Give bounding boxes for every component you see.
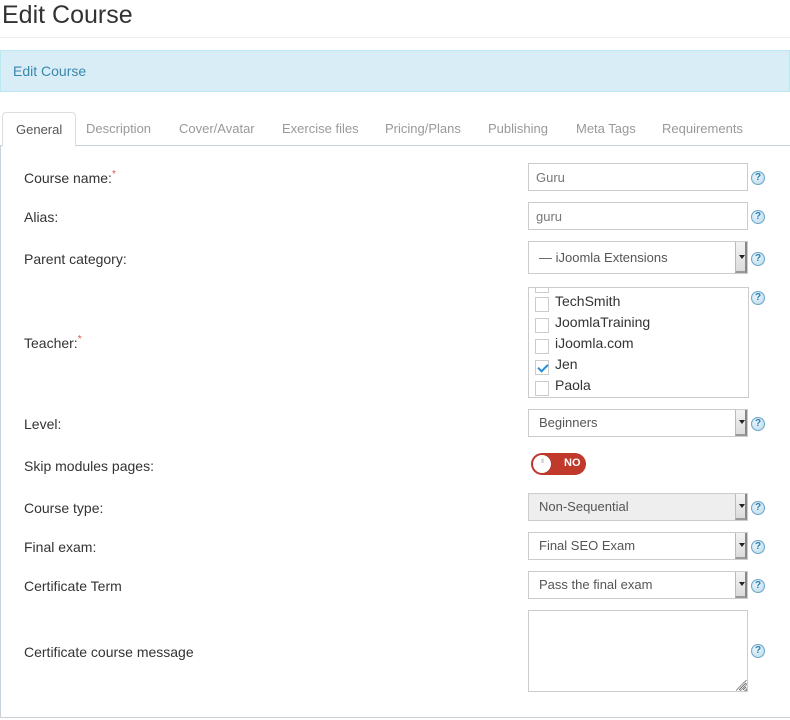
teacher-help-icon[interactable]: ? xyxy=(751,291,765,305)
parent-category-help-icon[interactable]: ? xyxy=(751,252,765,266)
checkbox[interactable] xyxy=(535,318,549,333)
toggle-knob xyxy=(533,455,551,473)
course-type-value: Non-Sequential xyxy=(539,499,629,514)
final-exam-value: Final SEO Exam xyxy=(539,538,636,553)
chevron-down-icon xyxy=(735,494,747,520)
chevron-down-icon xyxy=(735,572,747,598)
info-bar: Edit Course xyxy=(0,50,790,92)
parent-category-label: Parent category: xyxy=(24,251,127,267)
tab-general[interactable]: General xyxy=(2,112,77,147)
course-type-help-icon[interactable]: ? xyxy=(751,501,765,515)
level-value: Beginners xyxy=(539,415,598,430)
parent-category-select[interactable]: — iJoomla Extensions xyxy=(528,241,748,274)
checkbox[interactable] xyxy=(535,297,549,312)
course-name-input[interactable] xyxy=(528,163,748,191)
toggle-state: NO xyxy=(564,457,581,469)
certificate-message-label: Certificate course message xyxy=(24,644,194,660)
tab-cover-avatar[interactable]: Cover/Avatar xyxy=(166,112,268,146)
checkbox[interactable] xyxy=(535,339,549,354)
level-label: Level: xyxy=(24,416,62,432)
certificate-term-value: Pass the final exam xyxy=(539,577,653,592)
final-exam-label: Final exam: xyxy=(24,539,97,555)
chevron-down-icon xyxy=(735,242,747,273)
certificate-term-label: Certificate Term xyxy=(24,578,122,594)
required-marker: * xyxy=(111,169,116,180)
chevron-down-icon xyxy=(735,533,747,559)
page-title: Edit Course xyxy=(2,1,133,29)
title-divider xyxy=(0,37,790,38)
certificate-message-textarea[interactable] xyxy=(528,610,748,692)
course-name-help-icon[interactable]: ? xyxy=(751,171,765,185)
tab-pricing-plans[interactable]: Pricing/Plans xyxy=(372,112,474,146)
checkbox[interactable] xyxy=(535,381,549,396)
alias-label: Alias: xyxy=(24,209,59,225)
certificate-term-select[interactable]: Pass the final exam xyxy=(528,571,748,599)
level-help-icon[interactable]: ? xyxy=(751,417,765,431)
final-exam-help-icon[interactable]: ? xyxy=(751,540,765,554)
alias-input[interactable] xyxy=(528,202,748,230)
level-select[interactable]: Beginners xyxy=(528,409,748,437)
info-bar-text: Edit Course xyxy=(13,63,87,79)
teacher-checkbox-list[interactable]: TechSmith JoomlaTraining iJoomla.com Jen… xyxy=(528,287,749,398)
course-type-label: Course type: xyxy=(24,500,104,516)
course-name-label: Course name:* xyxy=(24,169,116,186)
final-exam-select[interactable]: Final SEO Exam xyxy=(528,532,748,560)
tab-description[interactable]: Description xyxy=(73,112,164,146)
certificate-term-help-icon[interactable]: ? xyxy=(751,579,765,593)
chevron-down-icon xyxy=(735,410,747,436)
skip-modules-toggle[interactable]: NO xyxy=(531,453,586,475)
certificate-message-help-icon[interactable]: ? xyxy=(751,644,765,658)
tab-meta-tags[interactable]: Meta Tags xyxy=(563,112,649,146)
teacher-label: Teacher:* xyxy=(24,334,82,351)
parent-category-value: — iJoomla Extensions xyxy=(539,250,668,265)
checkbox xyxy=(535,288,549,293)
alias-help-icon[interactable]: ? xyxy=(751,210,765,224)
tab-publishing[interactable]: Publishing xyxy=(475,112,561,146)
tab-requirements[interactable]: Requirements xyxy=(649,112,756,146)
tab-bar: General Description Cover/Avatar Exercis… xyxy=(0,112,790,147)
course-type-select[interactable]: Non-Sequential xyxy=(528,493,748,521)
required-marker: * xyxy=(77,334,82,345)
tab-exercise-files[interactable]: Exercise files xyxy=(269,112,372,146)
checkbox-checked[interactable] xyxy=(535,360,549,375)
skip-modules-label: Skip modules pages: xyxy=(24,458,154,474)
